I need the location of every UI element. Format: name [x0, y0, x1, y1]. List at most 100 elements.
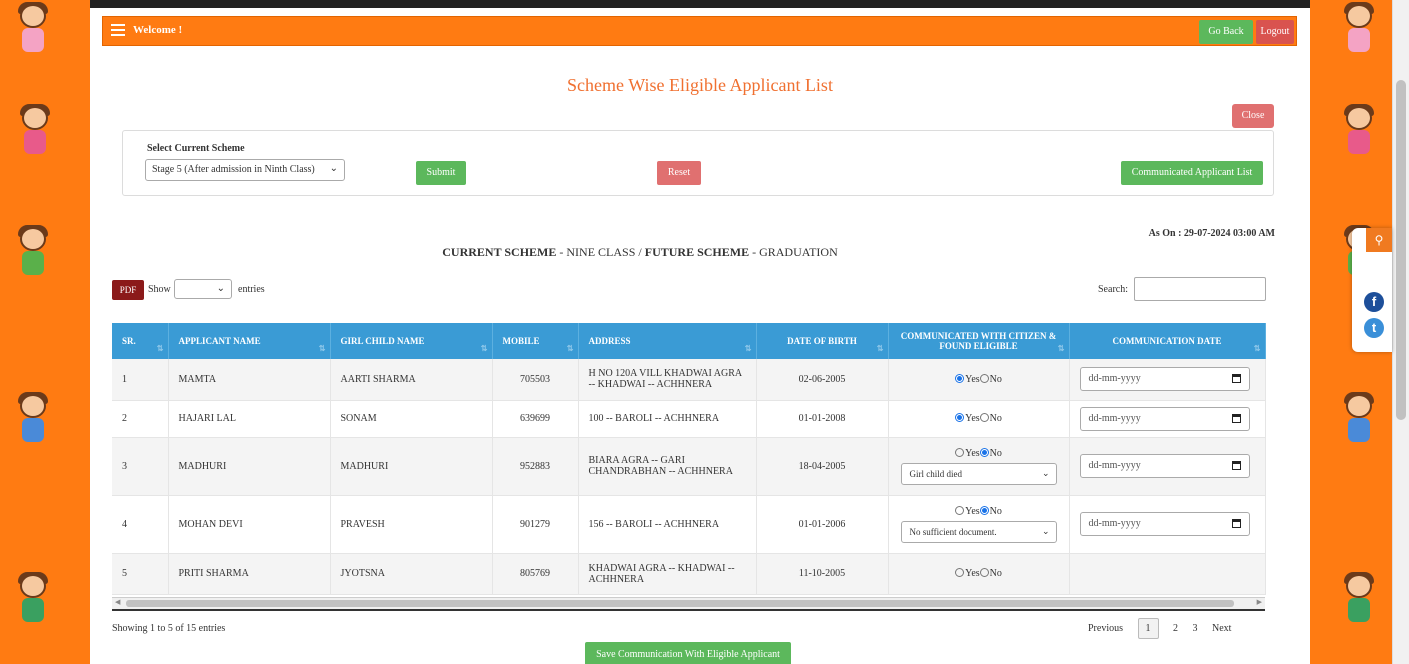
social-widget: ⚲ f t: [1352, 228, 1392, 352]
page-link-2[interactable]: 2: [1173, 623, 1178, 634]
page-link-3[interactable]: 3: [1193, 623, 1198, 634]
logout-button[interactable]: Logout: [1256, 20, 1294, 44]
table-row: 5 PRITI SHARMA JYOTSNA 805769 KHADWAI AG…: [112, 553, 1266, 595]
future-scheme-label: FUTURE SCHEME: [644, 245, 750, 259]
no-radio[interactable]: [979, 373, 989, 383]
previous-page-link[interactable]: Previous: [1088, 623, 1123, 634]
sort-icon: ⇅: [566, 344, 574, 353]
address-cell: KHADWAI AGRA -- KHADWAI -- ACHHNERA: [578, 553, 757, 595]
page-title: Scheme Wise Eligible Applicant List: [567, 75, 833, 95]
dob-cell: 01-01-2006: [756, 495, 889, 554]
submit-button[interactable]: Submit: [416, 161, 466, 185]
dob-cell: 18-04-2005: [756, 437, 889, 496]
search-icon[interactable]: ⚲: [1366, 228, 1392, 252]
yes-radio[interactable]: [955, 373, 965, 383]
facebook-icon[interactable]: f: [1364, 292, 1384, 312]
search-label: Search:: [1098, 284, 1128, 295]
not-eligible-reason-select[interactable]: No sufficient document. ⌄: [900, 520, 1057, 543]
sort-icon: ⇅: [480, 344, 488, 353]
communication-date-input[interactable]: dd-mm-yyyy: [1079, 367, 1250, 392]
chevron-down-icon: ⌄: [1041, 525, 1050, 536]
no-label: No: [989, 568, 1002, 579]
column-header[interactable]: SR. ⇅: [112, 323, 169, 359]
left-decorative-border: [0, 0, 90, 664]
close-button[interactable]: Close: [1232, 104, 1274, 128]
page-scrollbar-thumb[interactable]: [1396, 80, 1406, 420]
reset-button[interactable]: Reset: [657, 161, 701, 185]
column-header[interactable]: DATE OF BIRTH ⇅: [756, 323, 889, 359]
scheme-select[interactable]: Stage 5 (After admission in Ninth Class)…: [145, 159, 345, 181]
yes-label: Yes: [965, 505, 980, 517]
yes-label: Yes: [965, 447, 980, 459]
mobile-cell: 952883: [492, 437, 579, 496]
cartoon-girl-icon: [8, 572, 58, 630]
scheme-select-value: Stage 5 (After admission in Ninth Class): [152, 164, 315, 175]
entries-per-page-select[interactable]: ⌄: [174, 279, 232, 299]
communicated-applicant-list-button[interactable]: Communicated Applicant List: [1121, 161, 1263, 185]
scroll-right-icon[interactable]: ▶: [1257, 598, 1262, 606]
cartoon-girl-icon: [1334, 572, 1384, 630]
communication-date-input[interactable]: dd-mm-yyyy: [1079, 512, 1250, 536]
column-header[interactable]: GIRL CHILD NAME ⇅: [330, 323, 493, 359]
dob-cell: 02-06-2005: [756, 359, 889, 401]
address-cell: BIARA AGRA -- GARI CHANDRABHAN -- ACHHNE…: [578, 437, 757, 496]
sr-cell: 5: [112, 553, 169, 595]
show-label: Show: [148, 284, 171, 295]
column-header[interactable]: COMMUNICATED WITH CITIZEN & FOUND ELIGIB…: [888, 323, 1070, 359]
table-scrollbar-thumb[interactable]: [126, 600, 1234, 607]
no-radio[interactable]: [979, 568, 989, 578]
entries-label: entries: [238, 284, 265, 295]
save-communication-button[interactable]: Save Communication With Eligible Applica…: [585, 642, 791, 664]
scheme-select-label: Select Current Scheme: [147, 143, 245, 154]
communication-date-input[interactable]: dd-mm-yyyy: [1079, 406, 1250, 431]
no-radio[interactable]: [979, 505, 989, 515]
no-label: No: [989, 447, 1002, 459]
address-cell: 156 -- BAROLI -- ACHHNERA: [578, 495, 757, 554]
no-radio[interactable]: [979, 413, 989, 423]
table-row: 1 MAMTA AARTI SHARMA 705503 H NO 120A VI…: [112, 359, 1266, 401]
welcome-text: Welcome !: [133, 24, 183, 36]
column-header[interactable]: ADDRESS ⇅: [578, 323, 757, 359]
next-page-link[interactable]: Next: [1212, 623, 1231, 634]
column-header[interactable]: MOBILE ⇅: [492, 323, 579, 359]
yes-radio[interactable]: [955, 447, 965, 457]
twitter-icon[interactable]: t: [1364, 318, 1384, 338]
mobile-cell: 901279: [492, 495, 579, 554]
no-radio[interactable]: [979, 447, 989, 457]
chevron-down-icon: ⌄: [216, 283, 225, 294]
page-scrollbar[interactable]: [1392, 0, 1409, 664]
not-eligible-reason-select[interactable]: Girl child died ⌄: [900, 462, 1057, 485]
current-scheme-label: CURRENT SCHEME: [442, 245, 557, 259]
scheme-summary: CURRENT SCHEME - NINE CLASS / FUTURE SCH…: [90, 245, 1190, 260]
search-input[interactable]: [1134, 277, 1266, 301]
yes-radio[interactable]: [955, 505, 965, 515]
pdf-export-button[interactable]: PDF: [112, 280, 144, 300]
column-header[interactable]: APPLICANT NAME ⇅: [168, 323, 331, 359]
scroll-left-icon[interactable]: ◀: [115, 598, 120, 606]
yes-radio[interactable]: [955, 413, 965, 423]
table-horizontal-scrollbar[interactable]: ◀ ▶: [112, 597, 1265, 609]
address-cell: H NO 120A VILL KHADWAI AGRA -- KHADWAI -…: [578, 359, 757, 401]
sort-icon: ⇅: [876, 344, 884, 353]
cartoon-girl-icon: [8, 225, 58, 283]
girl-child-name-cell: PRAVESH: [330, 495, 493, 554]
entries-info: Showing 1 to 5 of 15 entries: [112, 623, 226, 634]
as-on-timestamp: As On : 29-07-2024 03:00 AM: [1148, 228, 1275, 239]
yes-label: Yes: [965, 413, 980, 424]
cartoon-girl-icon: [10, 104, 60, 162]
communication-date-input[interactable]: dd-mm-yyyy: [1079, 454, 1250, 478]
eligible-cell: Yes No: [888, 553, 1070, 595]
yes-radio[interactable]: [955, 568, 965, 578]
top-navbar: Welcome ! Go Back Logout: [102, 16, 1297, 46]
sort-icon: ⇅: [1253, 344, 1261, 353]
hamburger-menu-icon[interactable]: [111, 24, 125, 36]
calendar-icon: [1231, 413, 1241, 423]
calendar-icon: [1231, 519, 1241, 528]
no-label: No: [989, 373, 1002, 385]
future-scheme-value: - GRADUATION: [749, 245, 838, 259]
page-link-1[interactable]: 1: [1137, 618, 1159, 639]
table-row: 3 MADHURI MADHURI 952883 BIARA AGRA -- G…: [112, 437, 1266, 496]
go-back-button[interactable]: Go Back: [1199, 20, 1253, 44]
eligible-cell: Yes No: [888, 359, 1070, 401]
column-header[interactable]: COMMUNICATION DATE ⇅: [1069, 323, 1266, 359]
